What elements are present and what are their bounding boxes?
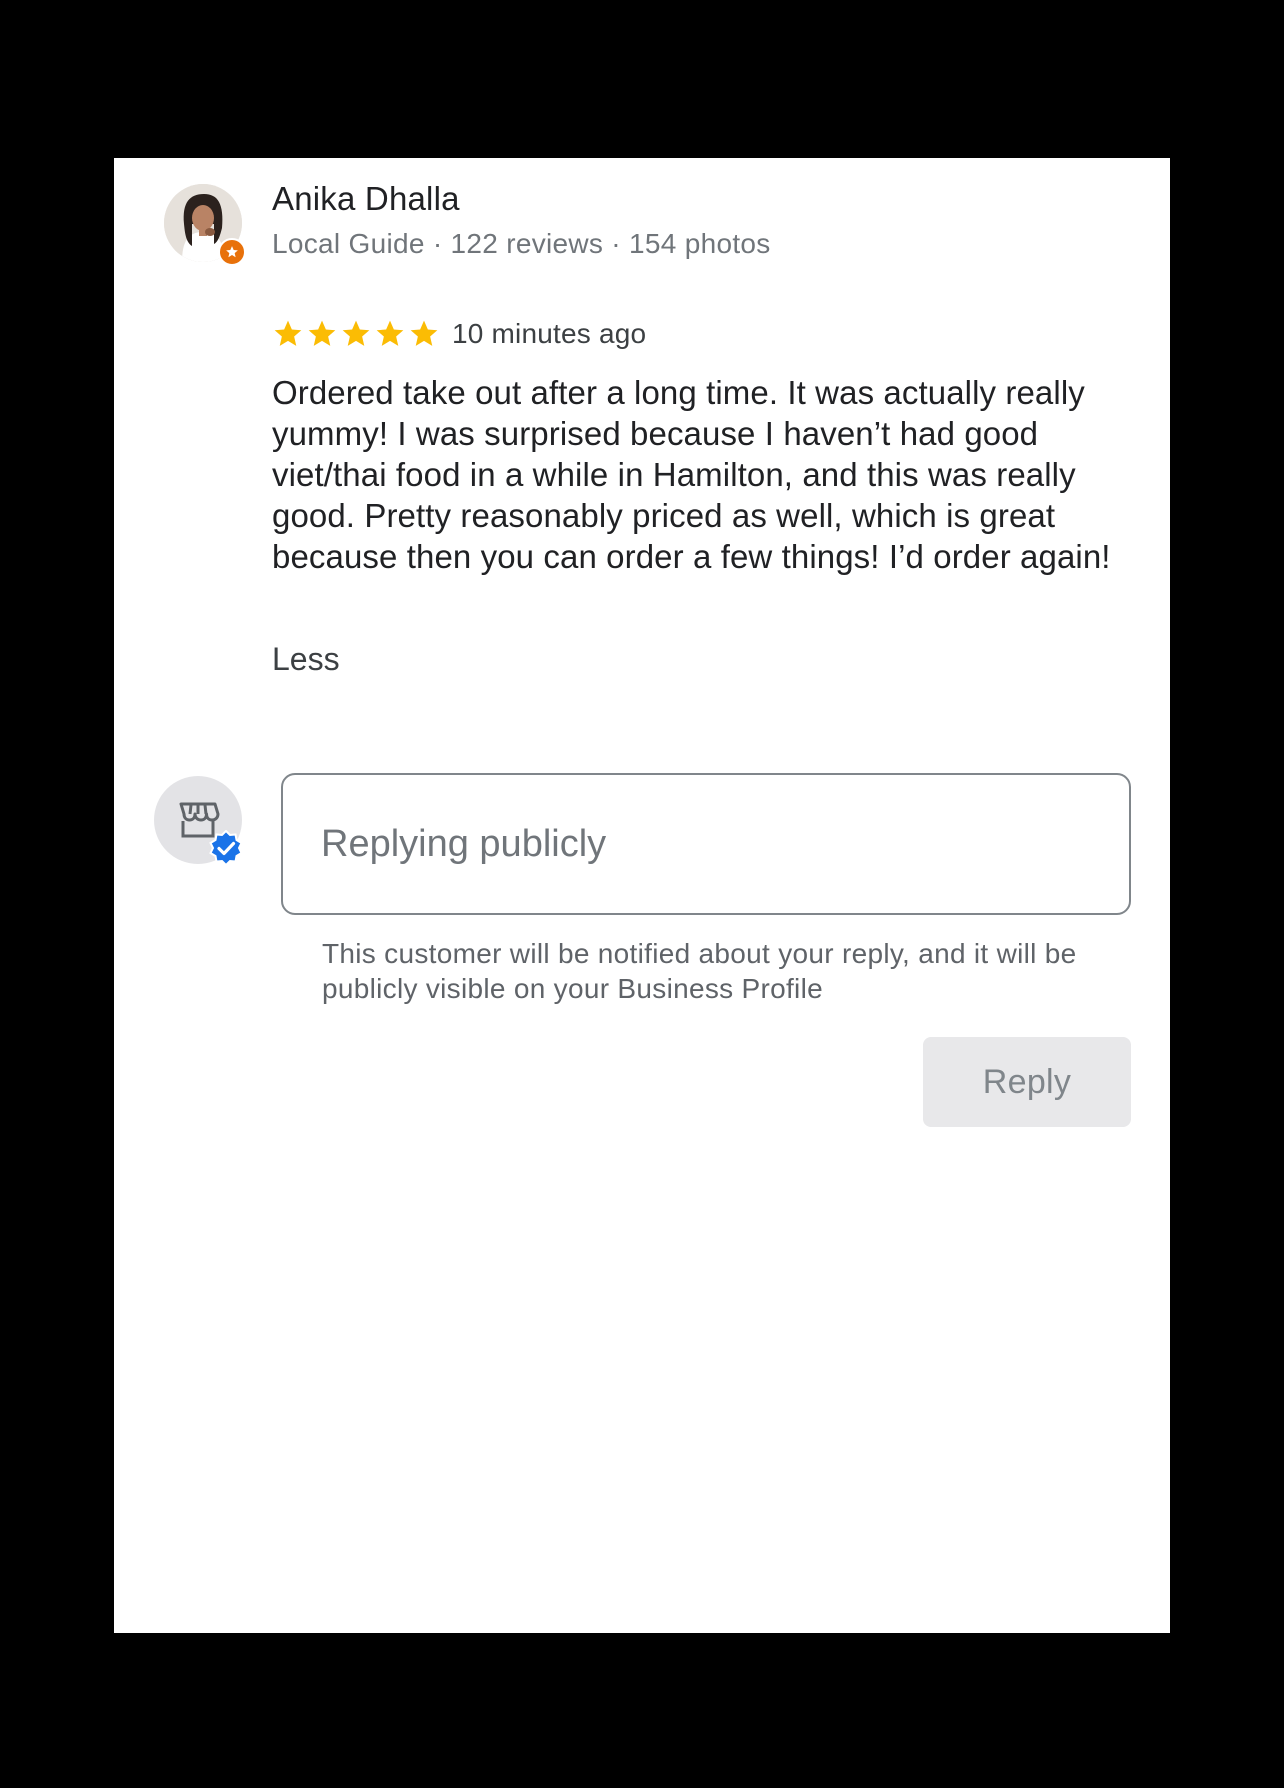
- review-card: Anika Dhalla Local Guide · 122 reviews ·…: [114, 158, 1170, 1633]
- star-icon: [342, 320, 370, 346]
- review-time: 10 minutes ago: [452, 318, 647, 349]
- reply-notice: This customer will be notified about you…: [322, 938, 1077, 1004]
- star-icon: [410, 320, 438, 346]
- star-icon: [308, 320, 336, 346]
- verified-check-icon: [209, 830, 243, 866]
- star-rating: [272, 318, 440, 350]
- reviewer-meta: Local Guide · 122 reviews · 154 photos: [272, 228, 771, 259]
- rating-row: 10 minutes ago: [272, 314, 646, 354]
- reviewer-name[interactable]: Anika Dhalla: [272, 180, 460, 218]
- local-guide-star-icon: [218, 238, 246, 266]
- reviewer-avatar[interactable]: [164, 184, 246, 266]
- reply-button[interactable]: Reply: [923, 1037, 1131, 1127]
- review-text: Ordered take out after a long time. It w…: [272, 374, 1111, 575]
- reply-input[interactable]: [281, 773, 1131, 915]
- star-icon: [376, 320, 404, 346]
- less-button[interactable]: Less: [272, 641, 340, 678]
- star-icon: [274, 320, 302, 346]
